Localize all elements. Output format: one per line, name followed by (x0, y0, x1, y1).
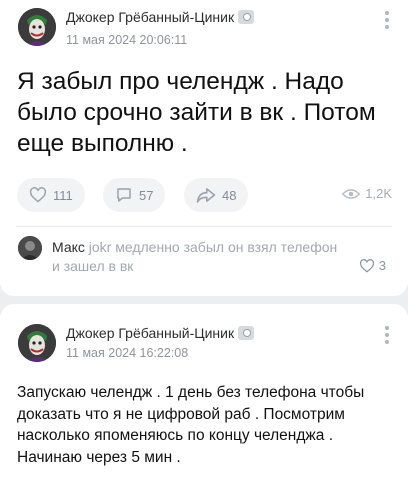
comment-button[interactable]: 57 (103, 178, 166, 212)
views-counter: 1,2K (342, 186, 392, 201)
like-button[interactable]: 111 (17, 178, 85, 212)
comment-icon (117, 188, 131, 202)
post-card: Джокер Грёбанный-Циник 11 мая 2024 20:06… (0, 0, 408, 296)
post-date[interactable]: 11 мая 2024 20:06:11 (66, 33, 187, 47)
camera-badge-icon (238, 10, 255, 25)
author-avatar[interactable] (18, 8, 56, 46)
divider (16, 226, 392, 227)
comment-like-button[interactable]: 3 (359, 258, 386, 273)
camera-badge-icon (238, 326, 255, 341)
post-text: Запускаю челендж . 1 день без телефона ч… (17, 384, 365, 466)
top-comment: Макс jokr медленно забыл он взял телефон… (52, 238, 342, 276)
eye-icon (342, 188, 361, 199)
author-name[interactable]: Джокер Грёбанный-Циник (66, 9, 255, 25)
views-count: 1,2K (365, 186, 392, 201)
repost-button[interactable]: 48 (184, 178, 249, 212)
commenter-name[interactable]: Макс (52, 239, 85, 255)
more-vertical-icon[interactable] (384, 11, 390, 32)
comment-like-count: 3 (378, 258, 386, 273)
more-vertical-icon[interactable] (384, 326, 390, 347)
heart-icon (29, 187, 47, 203)
share-arrow-icon (196, 188, 216, 203)
like-count: 111 (53, 187, 73, 203)
heart-icon (359, 258, 374, 273)
repost-count: 48 (222, 187, 237, 203)
comment-count: 57 (139, 187, 154, 203)
commenter-avatar[interactable] (18, 236, 42, 260)
post-text: Я забыл про челендж . Надо было срочно з… (17, 68, 376, 157)
author-name[interactable]: Джокер Грёбанный-Циник (66, 325, 255, 341)
post-date[interactable]: 11 мая 2024 16:22:08 (66, 346, 188, 360)
comment-text: jokr медленно забыл он взял телефон и за… (52, 239, 338, 274)
author-avatar[interactable] (18, 324, 56, 362)
